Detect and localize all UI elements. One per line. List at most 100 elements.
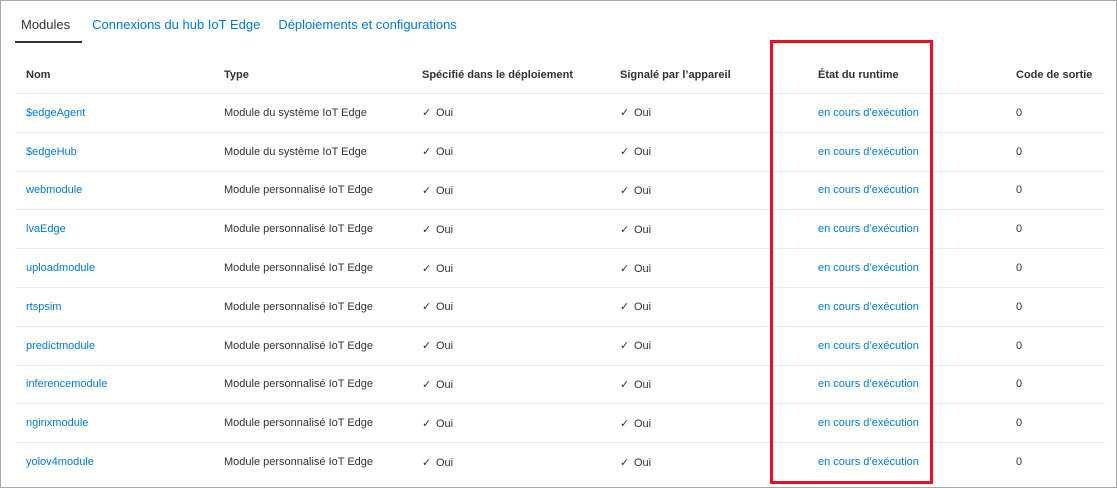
specified-value: Oui [436, 456, 454, 469]
check-icon: ✓ [620, 340, 630, 353]
module-name-link[interactable]: inferencemodule [26, 378, 107, 390]
check-icon: ✓ [620, 184, 630, 197]
check-icon: ✓ [422, 301, 432, 314]
check-icon: ✓ [620, 301, 630, 314]
module-name-link[interactable]: $edgeHub [26, 146, 77, 158]
exit-code: 0 [1016, 262, 1023, 275]
module-type: Module personnalisé IoT Edge [224, 300, 374, 313]
check-icon: ✓ [620, 223, 630, 236]
exit-code: 0 [1016, 378, 1023, 391]
module-type: Module personnalisé IoT Edge [224, 456, 374, 469]
table-row: uploadmodule Module personnalisé IoT Edg… [15, 248, 1105, 288]
column-header-reported[interactable]: Signalé par l’appareil [609, 56, 807, 94]
check-icon: ✓ [422, 378, 432, 391]
column-header-runtime-status[interactable]: État du runtime [807, 56, 1005, 94]
reported-value: Oui [634, 301, 652, 314]
specified-value: Oui [436, 107, 454, 120]
exit-code: 0 [1016, 145, 1023, 158]
runtime-status-link[interactable]: en cours d’exécution [818, 262, 919, 274]
specified-value: Oui [436, 301, 454, 314]
module-name-link[interactable]: predictmodule [26, 340, 95, 352]
modules-table: Nom Type Spécifié dans le déploiement Si… [15, 56, 1105, 481]
column-header-exit-code[interactable]: Code de sortie [1005, 56, 1105, 94]
tab-modules[interactable]: Modules [15, 13, 83, 43]
runtime-status-link[interactable]: en cours d’exécution [818, 301, 919, 313]
specified-value: Oui [436, 223, 454, 236]
module-type: Module personnalisé IoT Edge [224, 223, 374, 236]
column-header-type[interactable]: Type [213, 56, 411, 94]
check-icon: ✓ [422, 340, 432, 353]
runtime-status-link[interactable]: en cours d’exécution [818, 378, 919, 390]
check-icon: ✓ [422, 262, 432, 275]
module-name-link[interactable]: nginxmodule [26, 417, 88, 429]
table-row: predictmodule Module personnalisé IoT Ed… [15, 326, 1105, 366]
tab-iot-edge-hub-connections[interactable]: Connexions du hub IoT Edge [84, 13, 268, 41]
module-name-link[interactable]: rtspsim [26, 301, 61, 313]
column-header-name[interactable]: Nom [15, 56, 213, 94]
check-icon: ✓ [620, 456, 630, 469]
module-name-link[interactable]: uploadmodule [26, 262, 95, 274]
table-row: inferencemodule Module personnalisé IoT … [15, 365, 1105, 405]
reported-value: Oui [634, 223, 652, 236]
exit-code: 0 [1016, 223, 1023, 236]
module-name-link[interactable]: $edgeAgent [26, 107, 85, 119]
table-row: rtspsim Module personnalisé IoT Edge ✓ Ou… [15, 287, 1105, 327]
check-icon: ✓ [422, 146, 432, 159]
exit-code: 0 [1016, 184, 1023, 197]
modules-table-body: $edgeAgent Module du système IoT Edge ✓ O… [15, 93, 1105, 481]
table-row: nginxmodule Module personnalisé IoT Edge… [15, 403, 1105, 444]
exit-code: 0 [1016, 339, 1023, 352]
check-icon: ✓ [422, 223, 432, 236]
exit-code: 0 [1016, 300, 1023, 313]
check-icon: ✓ [422, 107, 432, 120]
reported-value: Oui [634, 146, 652, 159]
check-icon: ✓ [620, 146, 630, 159]
column-header-specified[interactable]: Spécifié dans le déploiement [411, 56, 609, 94]
runtime-status-link[interactable]: en cours d’exécution [818, 223, 919, 235]
module-name-link[interactable]: yolov4module [26, 456, 94, 468]
check-icon: ✓ [422, 456, 432, 469]
runtime-status-link[interactable]: en cours d’exécution [818, 184, 919, 196]
module-type: Module du système IoT Edge [224, 106, 367, 119]
check-icon: ✓ [422, 417, 432, 430]
tab-deployments-and-configurations[interactable]: Déploiements et configurations [270, 13, 465, 41]
check-icon: ✓ [422, 184, 432, 197]
table-row: lvaEdge Module personnalisé IoT Edge ✓ Ou… [15, 209, 1105, 250]
tab-bar: Modules Connexions du hub IoT Edge Déplo… [15, 13, 467, 43]
reported-value: Oui [634, 378, 652, 391]
check-icon: ✓ [620, 378, 630, 391]
reported-value: Oui [634, 456, 652, 469]
module-type: Module personnalisé IoT Edge [224, 417, 374, 430]
runtime-status-link[interactable]: en cours d’exécution [818, 340, 919, 352]
reported-value: Oui [634, 417, 652, 430]
module-type: Module personnalisé IoT Edge [224, 262, 374, 275]
check-icon: ✓ [620, 107, 630, 120]
exit-code: 0 [1016, 417, 1023, 430]
exit-code: 0 [1016, 106, 1023, 119]
module-type: Module personnalisé IoT Edge [224, 378, 374, 391]
reported-value: Oui [634, 184, 652, 197]
table-row: yolov4module Module personnalisé IoT Edg… [15, 443, 1105, 481]
runtime-status-link[interactable]: en cours d’exécution [818, 456, 919, 468]
specified-value: Oui [436, 378, 454, 391]
table-row: $edgeAgent Module du système IoT Edge ✓ O… [15, 93, 1105, 133]
check-icon: ✓ [620, 417, 630, 430]
specified-value: Oui [436, 146, 454, 159]
specified-value: Oui [436, 262, 454, 275]
reported-value: Oui [634, 340, 652, 353]
specified-value: Oui [436, 184, 454, 197]
runtime-status-link[interactable]: en cours d’exécution [818, 146, 919, 158]
module-name-link[interactable]: webmodule [26, 184, 82, 196]
reported-value: Oui [634, 107, 652, 120]
check-icon: ✓ [620, 262, 630, 275]
module-type: Module personnalisé IoT Edge [224, 184, 374, 197]
specified-value: Oui [436, 340, 454, 353]
module-name-link[interactable]: lvaEdge [26, 223, 66, 235]
table-row: webmodule Module personnalisé IoT Edge ✓… [15, 171, 1105, 211]
runtime-status-link[interactable]: en cours d’exécution [818, 417, 919, 429]
exit-code: 0 [1016, 456, 1023, 469]
runtime-status-link[interactable]: en cours d’exécution [818, 107, 919, 119]
module-type: Module personnalisé IoT Edge [224, 339, 374, 352]
table-row: $edgeHub Module du système IoT Edge ✓ Oui… [15, 132, 1105, 172]
reported-value: Oui [634, 262, 652, 275]
